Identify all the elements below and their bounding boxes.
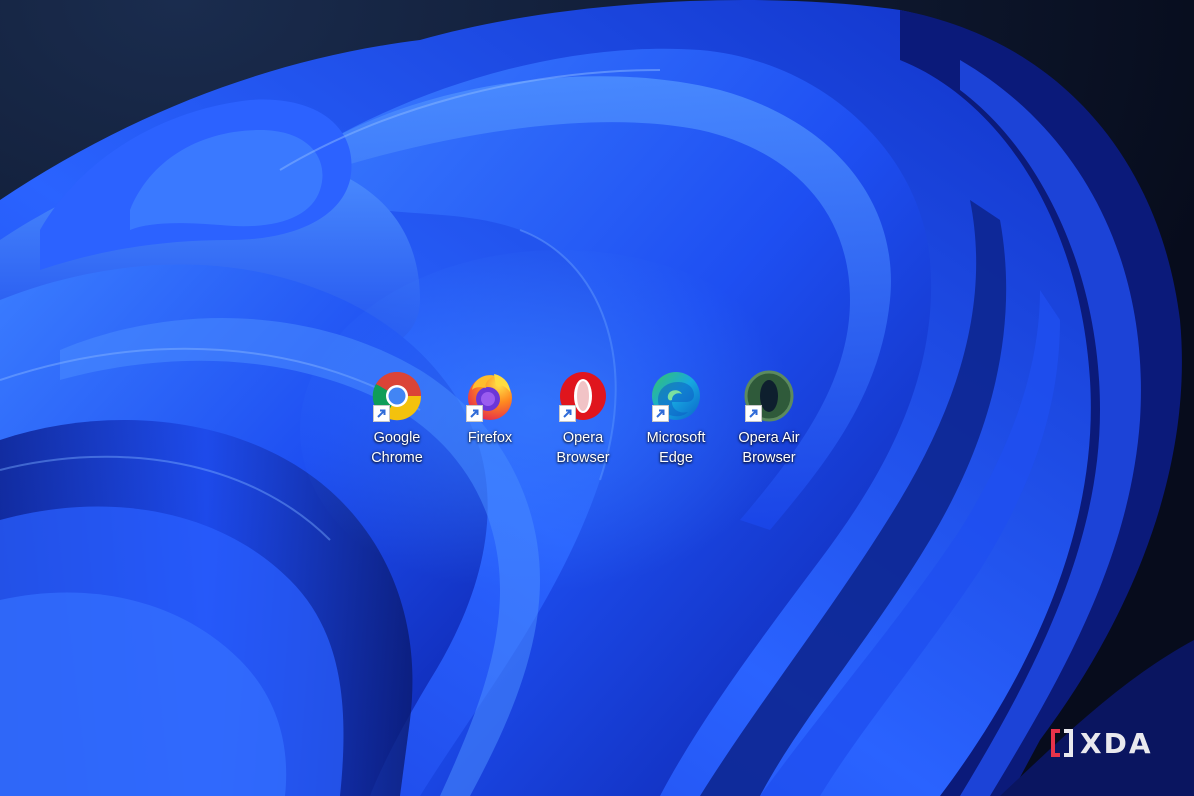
opera-air-icon <box>743 370 795 422</box>
edge-icon <box>650 370 702 422</box>
desktop-icon-label: Firefox <box>467 430 513 446</box>
desktop-icon-microsoft-edge[interactable]: Microsoft Edge <box>633 370 719 468</box>
desktop-icon-firefox[interactable]: Firefox <box>447 370 533 448</box>
desktop-icon-label: Microsoft Edge <box>646 430 706 466</box>
xda-watermark-text: XDA <box>1080 726 1153 760</box>
desktop-icon-google-chrome[interactable]: Google Chrome <box>354 370 440 468</box>
shortcut-arrow-icon <box>652 405 669 422</box>
shortcut-arrow-icon <box>559 405 576 422</box>
desktop-icon-opera-air-browser[interactable]: Opera Air Browser <box>726 370 812 468</box>
desktop-icon-label: Google Chrome <box>371 430 423 466</box>
xda-bracket-logo-icon <box>1051 729 1073 757</box>
chrome-icon <box>371 370 423 422</box>
desktop-icon-opera-browser[interactable]: Opera Browser <box>540 370 626 468</box>
shortcut-arrow-icon <box>373 405 390 422</box>
shortcut-arrow-icon <box>466 405 483 422</box>
desktop-icon-label: Opera Browser <box>556 430 610 466</box>
firefox-icon <box>464 370 516 422</box>
xda-watermark: XDA <box>1050 726 1166 760</box>
shortcut-arrow-icon <box>745 405 762 422</box>
opera-icon <box>557 370 609 422</box>
desktop-icon-label: Opera Air Browser <box>738 430 800 466</box>
